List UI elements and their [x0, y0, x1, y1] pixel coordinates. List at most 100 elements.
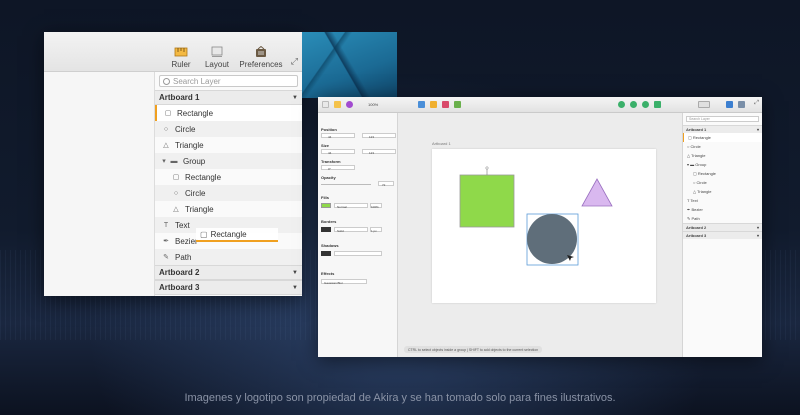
border-width[interactable]: 1 px: [370, 227, 382, 233]
layer-item[interactable]: ▾ ▬ Group: [155, 153, 302, 169]
shadows-label: Shadows: [321, 243, 339, 248]
fullscreen-icon[interactable]: ⤢: [754, 100, 759, 107]
layer-item[interactable]: ○ Circle: [683, 142, 762, 151]
layout-label: Layout: [204, 60, 230, 69]
artboard-header[interactable]: Artboard 3 ▾: [683, 231, 762, 239]
zoom-level[interactable]: 100%: [368, 102, 378, 107]
triangle-icon: △: [163, 142, 169, 149]
folder-icon[interactable]: [334, 101, 341, 108]
menu-icon[interactable]: [322, 101, 329, 108]
layout-icon: [211, 46, 223, 57]
fill-mode-select[interactable]: Normal: [334, 203, 368, 209]
effect-select[interactable]: Gaussian Blur: [321, 279, 367, 285]
artboard[interactable]: [432, 149, 656, 303]
border-mode-select[interactable]: Solid: [334, 227, 368, 233]
triangle-shape: [581, 178, 613, 207]
layer-label: Triangle: [185, 204, 214, 214]
search-input[interactable]: Search Layer: [159, 75, 298, 87]
circle-icon: ○: [163, 125, 169, 133]
artboard-label: Artboard 2: [159, 268, 200, 277]
layer-item[interactable]: ✎ Path: [683, 214, 762, 223]
layer-item[interactable]: ▢ Rectangle: [155, 105, 302, 121]
y-field[interactable]: 123: [362, 133, 396, 139]
rectangle-icon: ▢: [172, 174, 180, 181]
rectangle-icon: ▢: [164, 110, 172, 117]
caret-down-icon: ▼: [292, 284, 298, 291]
layer-label: Circle: [185, 188, 206, 198]
canvas-area[interactable]: [44, 72, 154, 296]
layer-item[interactable]: ✎ Path: [155, 249, 302, 265]
caret-down-icon: ▼: [292, 269, 298, 276]
layer-item[interactable]: ▢ Rectangle: [155, 169, 302, 185]
artboard-header[interactable]: Artboard 1 ▾: [683, 125, 762, 133]
text-tool-icon[interactable]: [454, 101, 461, 108]
layer-label: Bezier: [175, 236, 198, 246]
layer-label: Rectangle: [177, 108, 214, 118]
pencil-icon: ✎: [163, 254, 169, 261]
layer-item[interactable]: △ Triangle: [683, 151, 762, 160]
layer-item[interactable]: ○ Circle: [155, 185, 302, 201]
layout-icon[interactable]: [698, 101, 710, 108]
union-icon[interactable]: [618, 101, 625, 108]
layer-item[interactable]: ○ Circle: [155, 121, 302, 137]
layer-item[interactable]: △ Triangle: [155, 201, 302, 217]
shadow-fields[interactable]: [334, 251, 382, 256]
insert-icon[interactable]: [418, 101, 425, 108]
triangle-icon: △: [173, 206, 179, 213]
layer-item[interactable]: ○ Circle: [683, 178, 762, 187]
fills-label: Fills: [321, 195, 330, 200]
circle-icon: ○: [173, 189, 179, 197]
layer-item[interactable]: △ Triangle: [155, 137, 302, 153]
search-icon: [163, 77, 170, 85]
transform-label: Transform: [321, 159, 341, 164]
preferences-label: Preferences: [239, 60, 283, 69]
border-swatch[interactable]: [321, 227, 331, 232]
layer-item[interactable]: △ Triangle: [683, 187, 762, 196]
x-field[interactable]: 44: [321, 133, 355, 139]
shadow-swatch[interactable]: [321, 251, 331, 256]
width-field[interactable]: 44: [321, 149, 355, 155]
layer-item[interactable]: T Text: [683, 196, 762, 205]
difference-icon[interactable]: [654, 101, 661, 108]
layers-panel: Search Layer Artboard 1 ▼ ▢ Rectangle ○ Ci…: [154, 72, 302, 296]
layers-panel-small: Search Layer Artboard 1 ▾ ▢ Rectangle ○ C…: [682, 113, 762, 357]
main-toolbar: 100% ⤢: [318, 97, 762, 113]
caret-down-icon: ▾: [756, 233, 759, 238]
fullscreen-icon[interactable]: ⤢: [291, 56, 298, 67]
export-icon[interactable]: [726, 101, 733, 108]
search-input[interactable]: Search Layer: [686, 116, 759, 122]
caret-down-icon: ▾: [756, 127, 759, 132]
preferences-icon[interactable]: [738, 101, 745, 108]
layer-item[interactable]: ▢ Rectangle: [683, 133, 762, 142]
artboard-header[interactable]: Artboard 1 ▼: [155, 90, 302, 105]
toolbar: Ruler Layout Preferences ⤢: [44, 32, 302, 72]
opacity-slider[interactable]: [321, 184, 371, 185]
layer-item[interactable]: ▢ Rectangle: [683, 169, 762, 178]
height-field[interactable]: 123: [362, 149, 396, 155]
opacity-field[interactable]: 72: [378, 181, 394, 187]
artboard-title: Artboard 1: [432, 141, 451, 146]
rotation-field[interactable]: 0°: [321, 165, 355, 171]
layer-label: Group: [183, 156, 206, 166]
artboard-header[interactable]: Artboard 3 ▼: [155, 280, 302, 295]
artboard-header[interactable]: Artboard 2 ▾: [683, 223, 762, 231]
image-icon[interactable]: [430, 101, 437, 108]
borders-label: Borders: [321, 219, 337, 224]
layer-item[interactable]: ▾ ▬ Group: [683, 160, 762, 169]
caret-down-icon: ▼: [292, 94, 298, 101]
subtract-icon[interactable]: [630, 101, 637, 108]
canvas[interactable]: Artboard 1 CTRL to select objects inside…: [398, 113, 682, 357]
preferences-button[interactable]: Preferences: [234, 46, 288, 69]
shape-icon[interactable]: [442, 101, 449, 108]
artboard-header[interactable]: Artboard 2 ▼: [155, 265, 302, 280]
folder-icon: ▬: [170, 157, 178, 165]
caret-down-icon: ▾: [756, 225, 759, 230]
effects-label: Effects: [321, 271, 335, 276]
fill-swatch[interactable]: [321, 203, 331, 208]
intersect-icon[interactable]: [642, 101, 649, 108]
fill-opacity[interactable]: 100%: [370, 203, 382, 209]
layer-item[interactable]: ✒ Bezier: [683, 205, 762, 214]
pen-icon: ✒: [163, 238, 169, 245]
layer-label: Path: [175, 252, 192, 262]
layer-label: Rectangle: [185, 172, 222, 182]
